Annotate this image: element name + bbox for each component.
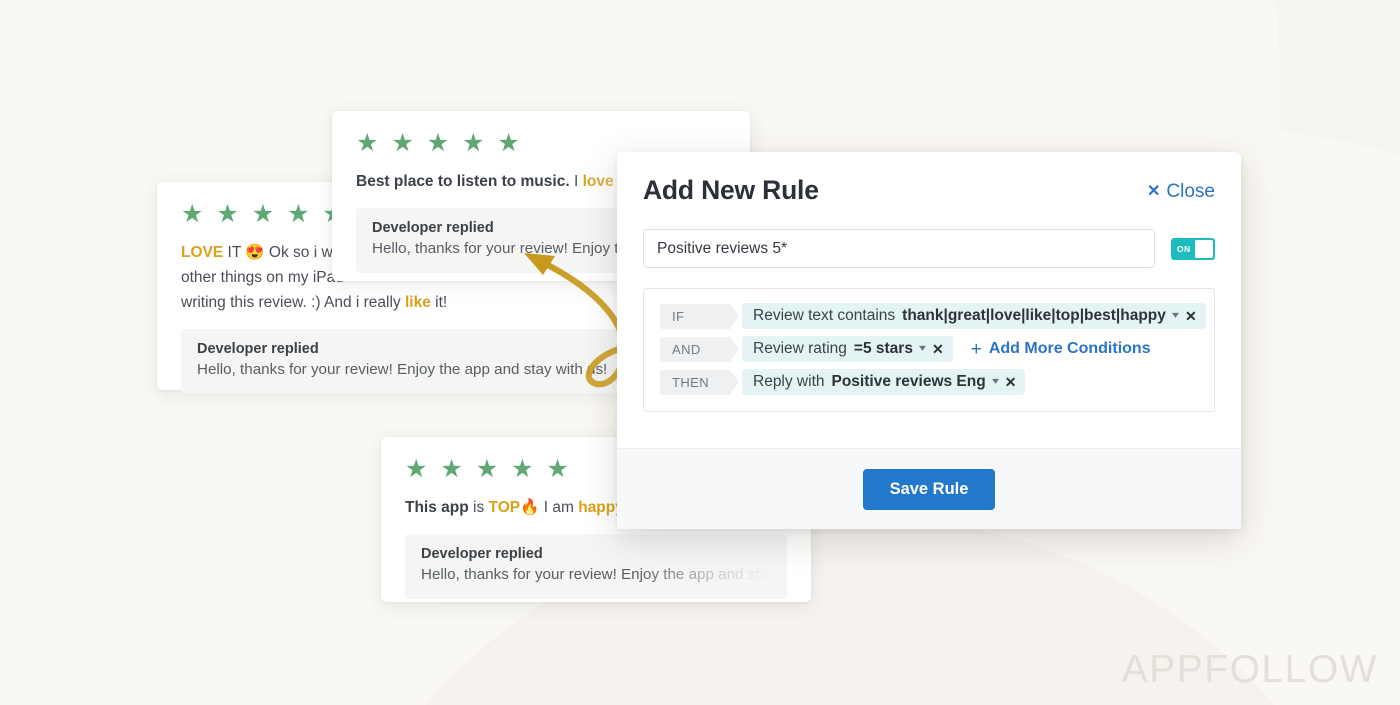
reply-title: Developer replied	[197, 341, 319, 358]
developer-reply: Developer replied Hello, thanks for your…	[181, 329, 623, 395]
close-button[interactable]: ✕ Close	[1147, 181, 1215, 203]
toggle-knob	[1195, 239, 1213, 258]
screenshot-stage: ★ ★ ★ ★ ★ Best place to listen to music.…	[0, 0, 1400, 705]
rule-name-input[interactable]	[643, 229, 1155, 269]
modal-header: Add New Rule ✕ Close	[643, 175, 1215, 205]
condition-value: thank|great|love|like|top|best|happy	[902, 307, 1166, 325]
condition-value: Positive reviews Eng	[831, 373, 986, 391]
add-more-conditions-button[interactable]: + Add More Conditions	[971, 340, 1151, 359]
reply-title: Developer replied	[421, 546, 543, 563]
condition-tag-then: THEN	[660, 369, 739, 395]
condition-tag-and: AND	[660, 336, 739, 362]
chevron-down-icon[interactable]: ▾	[992, 377, 999, 387]
reply-body: Hello, thanks for your review! Enjoy the…	[197, 361, 608, 379]
condition-row-if: IF Review text contains thank|great|love…	[660, 303, 1206, 330]
star-icon-group: ★ ★ ★ ★ ★	[181, 200, 348, 228]
modal-title: Add New Rule	[643, 175, 819, 205]
condition-prefix: Review text contains	[753, 307, 896, 325]
appfollow-watermark: APPFOLLOW	[1121, 648, 1378, 691]
modal-body: Add New Rule ✕ Close ON IF Review text c…	[617, 152, 1241, 448]
add-more-label: Add More Conditions	[988, 340, 1151, 358]
developer-reply: Developer replied Hello, thanks for your…	[405, 534, 787, 600]
condition-value: =5 stars	[853, 340, 913, 358]
remove-condition-icon[interactable]: ✕	[1185, 309, 1197, 323]
condition-prefix: Reply with	[753, 373, 825, 391]
add-new-rule-modal: Add New Rule ✕ Close ON IF Review text c…	[617, 152, 1241, 529]
rule-enabled-toggle[interactable]: ON	[1171, 237, 1215, 260]
close-label: Close	[1166, 181, 1215, 202]
condition-prefix: Review rating	[753, 340, 847, 358]
star-icon-group: ★ ★ ★ ★ ★	[356, 129, 523, 157]
condition-chip-review-text[interactable]: Review text contains thank|great|love|li…	[742, 303, 1206, 330]
condition-chip-review-rating[interactable]: Review rating =5 stars ▾ ✕	[742, 336, 953, 363]
conditions-container: IF Review text contains thank|great|love…	[643, 288, 1215, 413]
remove-condition-icon[interactable]: ✕	[932, 342, 944, 356]
chevron-down-icon[interactable]: ▾	[1172, 311, 1179, 321]
save-rule-button[interactable]: Save Rule	[862, 468, 996, 510]
toggle-state-label: ON	[1177, 243, 1191, 254]
condition-chip-reply-with[interactable]: Reply with Positive reviews Eng ▾ ✕	[742, 369, 1026, 396]
condition-row-and: AND Review rating =5 stars ▾ ✕ + Add Mor…	[660, 336, 1198, 363]
close-icon: ✕	[1147, 183, 1161, 200]
star-icon-group: ★ ★ ★ ★ ★	[405, 455, 572, 483]
rule-name-row: ON	[643, 229, 1215, 269]
condition-tag-if: IF	[660, 303, 739, 329]
chevron-down-icon[interactable]: ▾	[919, 344, 926, 354]
plus-icon: +	[970, 338, 982, 360]
modal-footer: Save Rule	[617, 448, 1241, 529]
reply-body: Hello, thanks for your review! Enjoy the…	[421, 566, 771, 584]
condition-row-then: THEN Reply with Positive reviews Eng ▾ ✕	[660, 369, 1198, 396]
remove-condition-icon[interactable]: ✕	[1005, 375, 1017, 389]
